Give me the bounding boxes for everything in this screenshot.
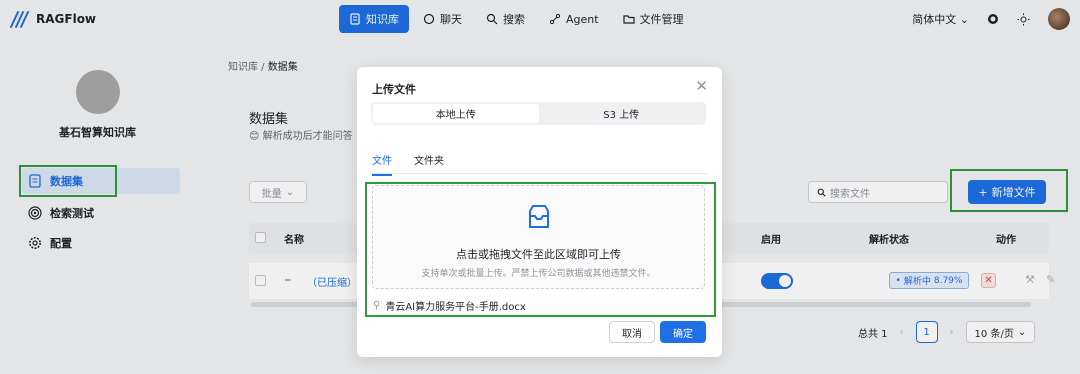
tabs-divider [372,173,707,174]
cancel-button[interactable]: 取消 [609,321,655,343]
segment-local-upload[interactable]: 本地上传 [373,104,539,123]
upload-source-segmented: 本地上传 S3 上传 [371,102,706,125]
segment-s3-upload[interactable]: S3 上传 [539,104,705,123]
modal-title: 上传文件 [372,83,416,96]
highlight-box-dropzone [365,182,716,317]
confirm-button[interactable]: 确定 [660,321,706,343]
close-icon[interactable]: ✕ [695,77,708,95]
